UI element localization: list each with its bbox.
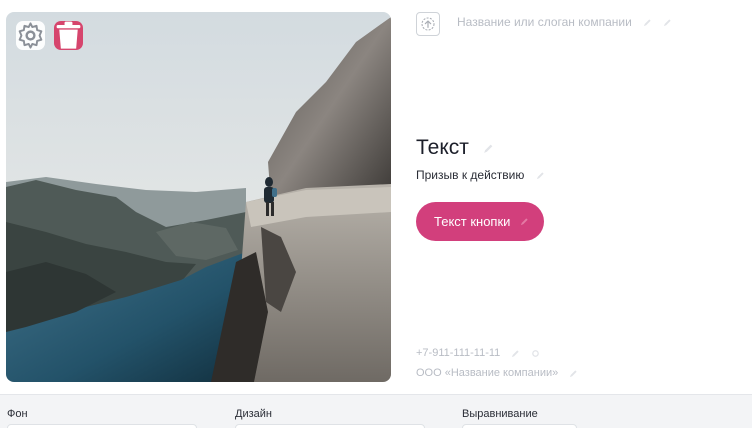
company-name-text: ООО «Название компании»: [416, 367, 559, 379]
background-label: Фон: [7, 408, 28, 420]
cta-button-label: Текст кнопки: [434, 214, 511, 229]
design-label: Дизайн: [235, 408, 272, 420]
pencil-icon: [483, 144, 493, 153]
block-editor: Название или слоган компании Текст Призы…: [0, 0, 752, 428]
slogan-field[interactable]: Название или слоган компании: [457, 15, 672, 29]
gear-icon: [18, 22, 43, 49]
block-settings-bar: Фон Дизайн Выравнивание: [0, 394, 752, 428]
pencil-icon: [644, 19, 651, 27]
phone-field[interactable]: +7-911-111-11-11: [416, 347, 540, 359]
pencil-icon: [570, 369, 577, 377]
cover-photo[interactable]: [6, 12, 391, 382]
settings-icon: [532, 349, 540, 357]
pencil-icon: [536, 172, 544, 180]
design-select[interactable]: [235, 424, 425, 428]
settings-button[interactable]: [16, 21, 45, 50]
fjord-cliff-image: [6, 12, 391, 382]
call-to-action-text-field[interactable]: Призыв к действию: [416, 168, 545, 182]
title-field[interactable]: Текст: [416, 136, 494, 160]
edit-icon: [664, 19, 672, 27]
cta-button[interactable]: Текст кнопки: [416, 202, 544, 241]
call-to-action-text: Призыв к действию: [416, 168, 525, 182]
delete-button[interactable]: [54, 21, 83, 50]
title-text: Текст: [416, 136, 469, 159]
logo-upload-button[interactable]: [416, 12, 440, 36]
alignment-label: Выравнивание: [462, 408, 538, 420]
pencil-icon: [512, 349, 520, 357]
trash-icon: [56, 21, 81, 49]
slogan-text: Название или слоган компании: [457, 15, 632, 29]
upload-icon: [421, 17, 435, 31]
phone-text: +7-911-111-11-11: [416, 347, 501, 359]
background-select[interactable]: [7, 424, 197, 428]
pencil-icon: [521, 218, 529, 226]
alignment-select[interactable]: [462, 424, 577, 428]
company-name-field[interactable]: ООО «Название компании»: [416, 367, 578, 379]
